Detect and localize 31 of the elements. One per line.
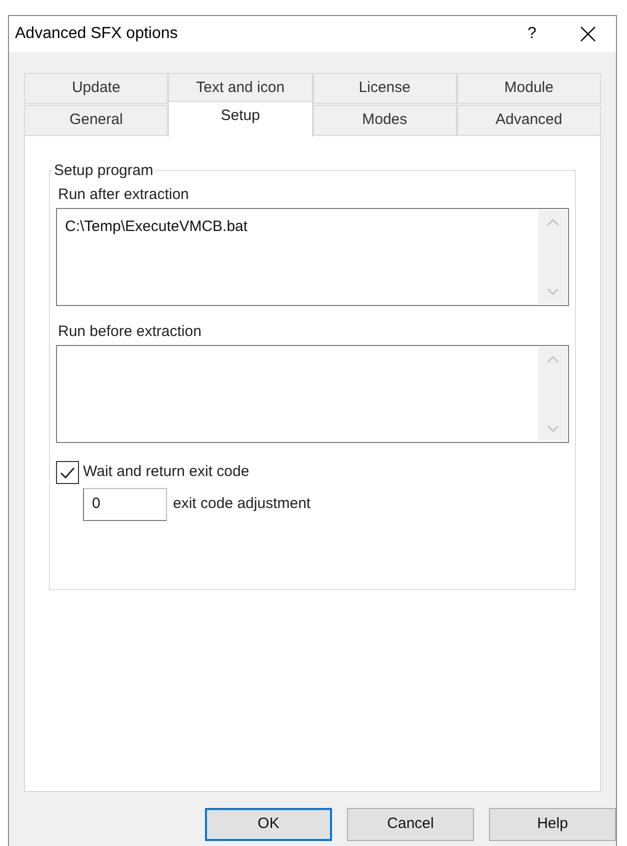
help-button[interactable]: ? — [504, 16, 560, 52]
field-value: 0 — [92, 494, 100, 514]
scroll-up-icon[interactable] — [546, 218, 558, 226]
tab[interactable]: General — [24, 105, 168, 136]
adjustment-field[interactable]: 0 — [83, 488, 167, 521]
tab[interactable]: License — [312, 73, 457, 104]
text-area[interactable] — [56, 345, 569, 443]
scroll-down-icon[interactable] — [546, 288, 558, 296]
checkbox[interactable] — [56, 461, 79, 484]
tab[interactable]: Module — [456, 73, 601, 104]
tab[interactable]: Advanced — [456, 105, 601, 136]
dialog-button[interactable]: OK — [205, 808, 332, 841]
field-value: C:\Temp\ExecuteVMCB.bat — [65, 218, 248, 235]
check-icon — [60, 466, 75, 478]
window-title: Advanced SFX options — [15, 24, 179, 44]
dialog-button[interactable]: Help — [489, 808, 616, 841]
tab[interactable]: Text and icon — [168, 73, 312, 104]
tab[interactable]: Update — [24, 73, 168, 104]
scroll-down-icon[interactable] — [546, 425, 558, 433]
checkbox-label: Wait and return exit code — [83, 462, 250, 482]
close-icon — [580, 26, 596, 42]
adjustment-label: exit code adjustment — [173, 494, 311, 514]
text-area[interactable]: C:\Temp\ExecuteVMCB.bat — [56, 208, 569, 306]
dialog-button[interactable]: Cancel — [347, 808, 474, 841]
scrollbar[interactable] — [538, 347, 567, 441]
scroll-up-icon[interactable] — [546, 355, 558, 363]
scrollbar[interactable] — [538, 210, 567, 304]
tab[interactable]: Setup — [168, 101, 312, 137]
field-label: Run after extraction — [58, 185, 190, 205]
field-label: Run before extraction — [58, 322, 202, 342]
tab[interactable]: Modes — [312, 105, 457, 136]
